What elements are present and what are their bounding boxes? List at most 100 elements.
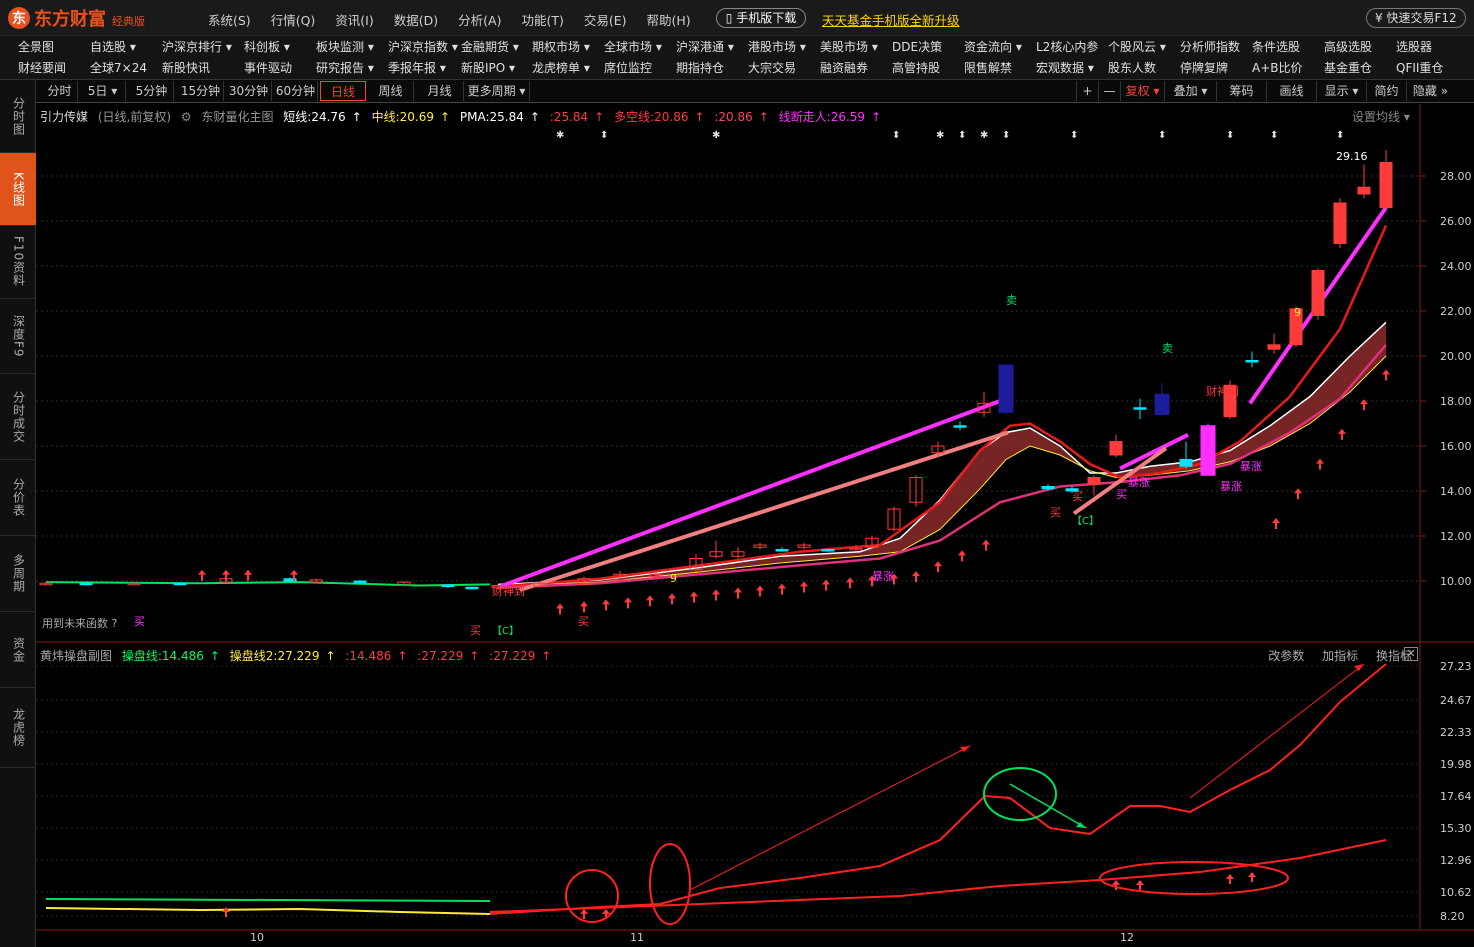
nav-item[interactable]: 融资融券: [820, 59, 868, 76]
period-button[interactable]: 更多周期 ▾: [464, 81, 530, 101]
sidebar-tab-label: 多周期: [11, 554, 26, 593]
nav-item[interactable]: 停牌复牌: [1180, 59, 1228, 76]
sidebar-tab[interactable]: 资金: [0, 612, 36, 688]
sidebar-tab[interactable]: 多周期: [0, 536, 36, 612]
nav-item[interactable]: 高管持股: [892, 59, 940, 76]
nav-item[interactable]: 全景图: [18, 38, 54, 55]
nav-item[interactable]: 沪深港通 ▾: [676, 38, 734, 55]
nav-item[interactable]: 席位监控: [604, 59, 652, 76]
main-menu-item[interactable]: 资讯(I): [335, 10, 373, 29]
sub-chart-actions: 改参数 加指标 换指标: [1254, 647, 1412, 664]
mobile-download-button[interactable]: ▯ 手机版下载: [716, 8, 806, 28]
nav-item[interactable]: 科创板 ▾: [244, 38, 290, 55]
main-menu-item[interactable]: 交易(E): [584, 10, 627, 29]
nav-item[interactable]: 个股风云 ▾: [1108, 38, 1166, 55]
close-subchart-icon[interactable]: ✕: [1404, 647, 1418, 661]
legend-sub-v4: :27.229: [417, 649, 464, 663]
tool-button[interactable]: —: [1098, 81, 1120, 101]
quick-trade-button[interactable]: ¥ 快速交易F12: [1366, 8, 1466, 28]
template-name[interactable]: 东财量化主图: [201, 110, 273, 124]
tool-button[interactable]: 筹码: [1216, 81, 1266, 101]
nav-item[interactable]: L2核心内参: [1036, 38, 1098, 55]
nav-item[interactable]: 股东人数: [1108, 59, 1156, 76]
sidebar-tab[interactable]: K线图: [0, 153, 36, 226]
main-menu-item[interactable]: 系统(S): [208, 10, 251, 29]
tool-button[interactable]: 隐藏 »: [1406, 81, 1454, 101]
period-button[interactable]: 分时: [42, 81, 78, 101]
sidebar-tab[interactable]: 分价表: [0, 460, 36, 536]
nav-item[interactable]: 基金重仓: [1324, 59, 1372, 76]
period-button[interactable]: 日线: [320, 81, 366, 101]
period-button[interactable]: 5分钟: [130, 81, 174, 101]
nav-item[interactable]: 财经要闻: [18, 59, 66, 76]
sidebar-tab[interactable]: 深度F9: [0, 299, 36, 374]
nav-item[interactable]: 研究报告 ▾: [316, 59, 374, 76]
main-menu-item[interactable]: 帮助(H): [647, 10, 691, 29]
nav-item[interactable]: A+B比价: [1252, 59, 1303, 76]
legend-pma: PMA:25.84: [459, 110, 524, 124]
main-menu-item[interactable]: 数据(D): [394, 10, 438, 29]
tool-button[interactable]: 画线: [1266, 81, 1316, 101]
nav-item[interactable]: 港股市场 ▾: [748, 38, 806, 55]
nav-item[interactable]: 新股快讯: [162, 59, 210, 76]
nav-item[interactable]: 宏观数据 ▾: [1036, 59, 1094, 76]
nav-item[interactable]: 事件驱动: [244, 59, 292, 76]
nav-item[interactable]: 沪深京排行 ▾: [162, 38, 232, 55]
edit-params-link[interactable]: 改参数: [1268, 649, 1304, 663]
main-menu-item[interactable]: 分析(A): [458, 10, 501, 29]
tool-button[interactable]: 显示 ▾: [1316, 81, 1366, 101]
nav-item[interactable]: 高级选股: [1324, 38, 1372, 55]
nav-item[interactable]: 金融期货 ▾: [461, 38, 519, 55]
period-button[interactable]: 5日 ▾: [80, 81, 126, 101]
nav-item[interactable]: 期权市场 ▾: [532, 38, 590, 55]
nav-item[interactable]: 资金流向 ▾: [964, 38, 1022, 55]
nav-item[interactable]: 龙虎榜单 ▾: [532, 59, 590, 76]
top-marker-icon: ⬍: [600, 130, 608, 141]
main-menu-item[interactable]: 行情(Q): [271, 10, 316, 29]
nav-item[interactable]: 板块监测 ▾: [316, 38, 374, 55]
tool-button[interactable]: 复权 ▾: [1120, 81, 1164, 101]
nav-item[interactable]: 自选股 ▾: [90, 38, 136, 55]
nav-item[interactable]: 选股器: [1396, 38, 1432, 55]
up-arrow-icon: [756, 585, 764, 597]
period-button[interactable]: 周线: [368, 81, 414, 101]
up-arrow-icon: [290, 569, 298, 581]
nav-item[interactable]: 大宗交易: [748, 59, 796, 76]
nav-item[interactable]: 条件选股: [1252, 38, 1300, 55]
period-button[interactable]: 15分钟: [178, 81, 224, 101]
tool-button[interactable]: +: [1076, 81, 1098, 101]
nav-item[interactable]: 美股市场 ▾: [820, 38, 878, 55]
nav-item[interactable]: 全球7×24: [90, 59, 147, 76]
period-button[interactable]: 30分钟: [226, 81, 272, 101]
nine-count: 9: [670, 572, 677, 585]
nav-item[interactable]: 新股IPO ▾: [461, 59, 515, 76]
period-button[interactable]: 60分钟: [274, 81, 318, 101]
nav-item[interactable]: 分析师指数: [1180, 38, 1240, 55]
add-indicator-link[interactable]: 加指标: [1322, 649, 1358, 663]
period-button[interactable]: 月线: [416, 81, 464, 101]
promo-link[interactable]: 天天基金手机版全新升级: [822, 10, 960, 29]
nav-item[interactable]: QFII重仓: [1396, 59, 1443, 76]
nav-item[interactable]: DDE决策: [892, 38, 942, 55]
sidebar-tab[interactable]: F10资料: [0, 226, 36, 299]
sidebar-tab[interactable]: 分时图: [0, 80, 36, 153]
legend-mid: 中线:20.69: [371, 110, 434, 124]
tool-button[interactable]: 简约: [1366, 81, 1406, 101]
legend-v4: :25.84: [549, 110, 589, 124]
nav-item[interactable]: 沪深京指数 ▾: [388, 38, 458, 55]
sidebar-tab[interactable]: 分时成交: [0, 374, 36, 460]
legend-sub-v5: :27.229: [489, 649, 536, 663]
nav-item[interactable]: 全球市场 ▾: [604, 38, 662, 55]
nav-item[interactable]: 限售解禁: [964, 59, 1012, 76]
signal-marks: ✱ ⬍ ✱ ⬍ ✱ ⬍ ✱ ⬍ ⬍ ⬍ ⬍ ⬍ ⬍买买买买买 买卖卖财神到财神到暴涨暴涨暴涨暴涨【C】【C…: [42, 130, 1390, 637]
set-ma-button[interactable]: 设置均线 ▾: [1352, 108, 1410, 125]
nav-item[interactable]: 期指持仓: [676, 59, 724, 76]
nav-item[interactable]: 季报年报 ▾: [388, 59, 446, 76]
sidebar-tab[interactable]: 龙虎榜: [0, 688, 36, 768]
band-polygon: [498, 322, 1386, 586]
sub-tick-label: 8.20: [1440, 910, 1465, 923]
candle-body: [441, 584, 455, 588]
main-menu-item[interactable]: 功能(T): [521, 10, 563, 29]
legend-duokong: 多空线:20.86: [614, 110, 689, 124]
tool-button[interactable]: 叠加 ▾: [1164, 81, 1216, 101]
